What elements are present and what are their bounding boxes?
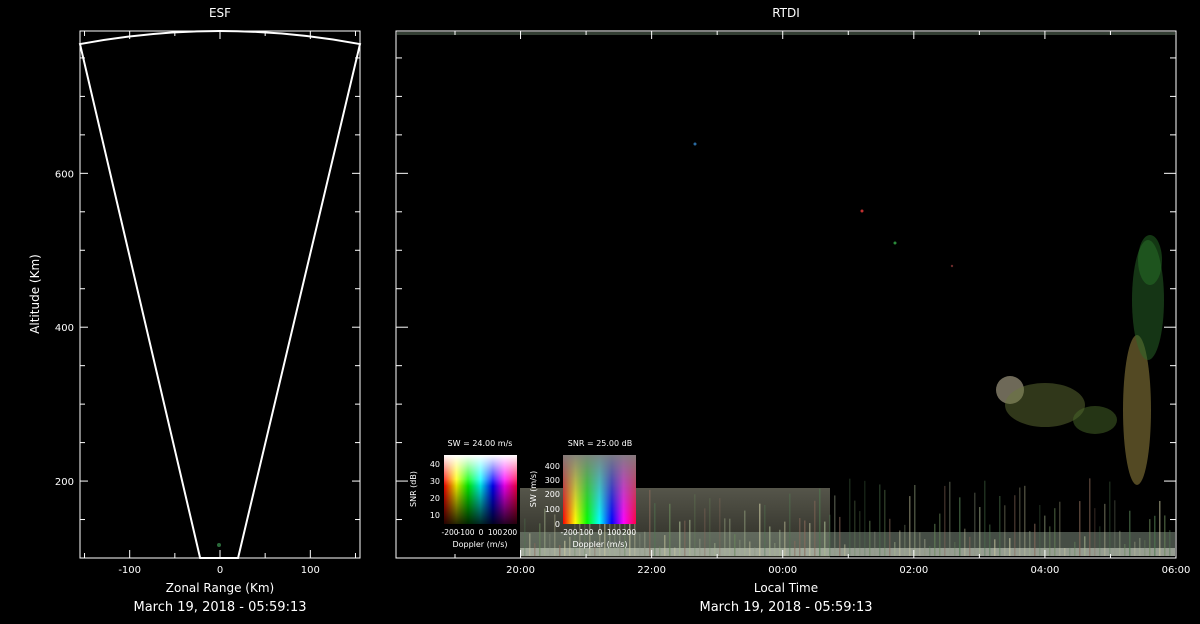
legend-snr-ytick: 0 — [555, 520, 560, 529]
legend-sw-xtick: -100 — [457, 528, 474, 537]
rtdi-x-tick-label: 04:00 — [1030, 565, 1059, 576]
legend-snr-xtick: -200 — [560, 528, 577, 537]
legend-snr-xtick: 100 — [607, 528, 622, 537]
esf-fan-outline — [78, 30, 362, 559]
legend-sw-xtick: 100 — [488, 528, 503, 537]
rtdi-x-tick-label: 20:00 — [506, 565, 535, 576]
legend-sw-ytick: 10 — [430, 511, 440, 520]
legend-sw-xtick: -200 — [441, 528, 458, 537]
legend-snr-xtick: 0 — [598, 528, 603, 537]
rtdi-x-axis-label: Local Time — [754, 581, 818, 595]
legend-snr-ylabel: SW (m/s) — [529, 471, 538, 507]
rtdi-x-tick-label: 22:00 — [637, 565, 666, 576]
rtdi-panel: RTDI 20:00 22:00 00:00 02:00 04:00 06:00 SW =… — [395, 6, 1191, 615]
legend-snr-title: SNR = 25.00 dB — [568, 439, 632, 448]
legend-sw-title: SW = 24.00 m/s — [448, 439, 513, 448]
esf-y-tick-label: 400 — [55, 323, 74, 334]
legend-snr-xlabel: Doppler (m/s) — [572, 540, 627, 549]
legend-sw: SW = 24.00 m/s SNR (dB) 40 30 20 10 -200… — [409, 439, 517, 549]
esf-x-tick-label: 100 — [301, 565, 320, 576]
esf-panel: ESF 200 400 600 -100 0 100 Zonal Range (Km) A… — [28, 6, 362, 615]
esf-y-axis-label: Altitude (Km) — [28, 254, 42, 334]
rtdi-title: RTDI — [772, 6, 800, 20]
esf-title: ESF — [209, 6, 231, 20]
legend-sw-ytick: 30 — [430, 477, 440, 486]
legend-snr-ytick: 100 — [545, 505, 560, 514]
esf-y-tick-label: 600 — [55, 169, 74, 180]
esf-y-tick-label: 200 — [55, 477, 74, 488]
rtdi-timestamp: March 19, 2018 - 05:59:13 — [700, 600, 873, 615]
legend-sw-ytick: 40 — [430, 460, 440, 469]
rtdi-x-tick-label: 06:00 — [1162, 565, 1191, 576]
esf-x-axis-label: Zonal Range (Km) — [166, 581, 274, 595]
legend-snr-xtick: -100 — [576, 528, 593, 537]
legend-sw-ylabel: SNR (dB) — [409, 471, 418, 507]
esf-x-tick-label: 0 — [217, 565, 223, 576]
esf-timestamp: March 19, 2018 - 05:59:13 — [134, 600, 307, 615]
rtdi-x-tick-label: 00:00 — [768, 565, 797, 576]
esf-frame — [79, 30, 361, 559]
legend-sw-xlabel: Doppler (m/s) — [452, 540, 507, 549]
legend-snr-ytick: 200 — [545, 490, 560, 499]
esf-x-tick-label: -100 — [118, 565, 141, 576]
figure: ESF 200400600-100 0 100 Zonal Range (Km) A… — [28, 6, 1191, 615]
legend-snr-ytick: 400 — [545, 462, 560, 471]
legend-sw-xtick: 200 — [503, 528, 518, 537]
esf-axis-ticks: 200 400 600 -100 0 100 — [55, 31, 360, 576]
legend-sw-xtick: 0 — [479, 528, 484, 537]
legend-snr-xtick: 200 — [622, 528, 637, 537]
rtdi-x-tick-label: 02:00 — [899, 565, 928, 576]
esf-echo-dot — [217, 543, 221, 547]
legend-snr-ytick: 300 — [545, 476, 560, 485]
legend-sw-ytick: 20 — [430, 494, 440, 503]
